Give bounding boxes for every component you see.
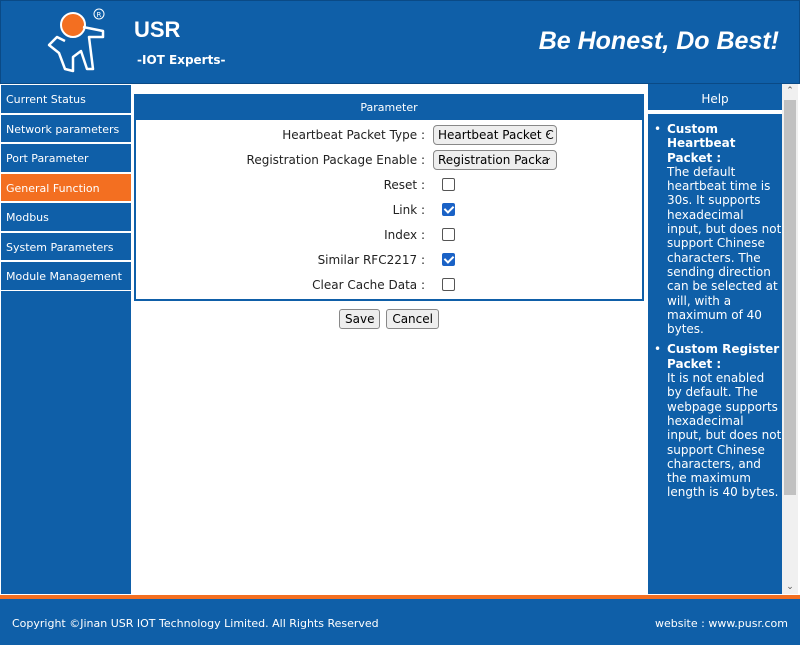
sidebar-item-modbus[interactable]: Modbus xyxy=(1,202,131,232)
clear-cache-checkbox[interactable] xyxy=(442,278,455,291)
heartbeat-type-select[interactable]: Heartbeat Packet C ⌄ xyxy=(433,124,557,145)
reset-checkbox[interactable] xyxy=(442,178,455,191)
scrollbar-thumb[interactable] xyxy=(784,100,796,495)
sidebar-item-current-status[interactable]: Current Status xyxy=(1,84,131,114)
slogan: Be Honest, Do Best! xyxy=(538,27,779,55)
svg-text:R: R xyxy=(97,11,102,19)
index-label: Index : xyxy=(384,227,425,242)
help-scrollbar[interactable]: ⌃ ⌄ xyxy=(782,84,798,594)
help-item-text: It is not enabled by default. The webpag… xyxy=(667,371,782,500)
website-link[interactable]: www.pusr.com xyxy=(708,617,788,630)
help-item: Custom Register Packet :It is not enable… xyxy=(654,342,782,499)
website-info: website : www.pusr.com xyxy=(655,617,788,630)
chevron-down-icon: ⌄ xyxy=(544,152,552,163)
chevron-down-icon: ⌄ xyxy=(544,127,552,138)
scroll-up-icon[interactable]: ⌃ xyxy=(782,86,798,96)
sidebar-item-module-management[interactable]: Module Management xyxy=(1,261,131,291)
copyright-text: Copyright ©Jinan USR IOT Technology Limi… xyxy=(12,617,379,630)
registration-enable-select[interactable]: Registration Packa ⌄ xyxy=(433,149,557,170)
sidebar-item-general-function[interactable]: General Function xyxy=(1,172,131,202)
brand-name: USR xyxy=(134,17,181,42)
reset-label: Reset : xyxy=(383,177,425,192)
rfc2217-label: Similar RFC2217 : xyxy=(317,252,425,267)
website-label: website : xyxy=(655,617,709,630)
tagline: -IOT Experts- xyxy=(137,53,226,67)
help-panel: Help Custom Heartbeat Packet :The defaul… xyxy=(648,84,782,594)
sidebar-item-port-parameter[interactable]: Port Parameter xyxy=(1,143,131,173)
sidebar-item-system-parameters[interactable]: System Parameters xyxy=(1,231,131,261)
panel-title: Parameter xyxy=(136,96,642,120)
sidebar: Current Status Network parameters Port P… xyxy=(1,84,131,594)
help-item-text: The default heartbeat time is 30s. It su… xyxy=(667,164,782,337)
save-button[interactable]: Save xyxy=(339,309,381,329)
link-label: Link : xyxy=(392,202,425,217)
usr-logo-icon: R xyxy=(47,8,105,73)
heartbeat-type-label: Heartbeat Packet Type : xyxy=(282,127,425,142)
registration-enable-label: Registration Package Enable : xyxy=(246,152,425,167)
parameter-panel: Parameter Heartbeat Packet Type : Heartb… xyxy=(134,94,644,301)
registration-enable-value: Registration Packa xyxy=(438,152,549,167)
cancel-button[interactable]: Cancel xyxy=(386,309,439,329)
help-item: Custom Heartbeat Packet :The default hea… xyxy=(654,122,782,336)
link-checkbox[interactable] xyxy=(442,203,455,216)
help-title: Help xyxy=(648,84,782,114)
footer: Copyright ©Jinan USR IOT Technology Limi… xyxy=(0,595,800,645)
rfc2217-checkbox[interactable] xyxy=(442,253,455,266)
heartbeat-type-value: Heartbeat Packet C xyxy=(438,127,554,142)
help-item-title: Custom Heartbeat Packet : xyxy=(667,122,736,165)
sidebar-item-network-parameters[interactable]: Network parameters xyxy=(1,113,131,143)
scroll-down-icon[interactable]: ⌄ xyxy=(782,582,798,592)
clear-cache-label: Clear Cache Data : xyxy=(312,277,425,292)
header: R USR -IOT Experts- Be Honest, Do Best! xyxy=(0,0,800,84)
index-checkbox[interactable] xyxy=(442,228,455,241)
main-content: Parameter Heartbeat Packet Type : Heartb… xyxy=(134,94,644,329)
help-item-title: Custom Register Packet : xyxy=(667,342,780,371)
